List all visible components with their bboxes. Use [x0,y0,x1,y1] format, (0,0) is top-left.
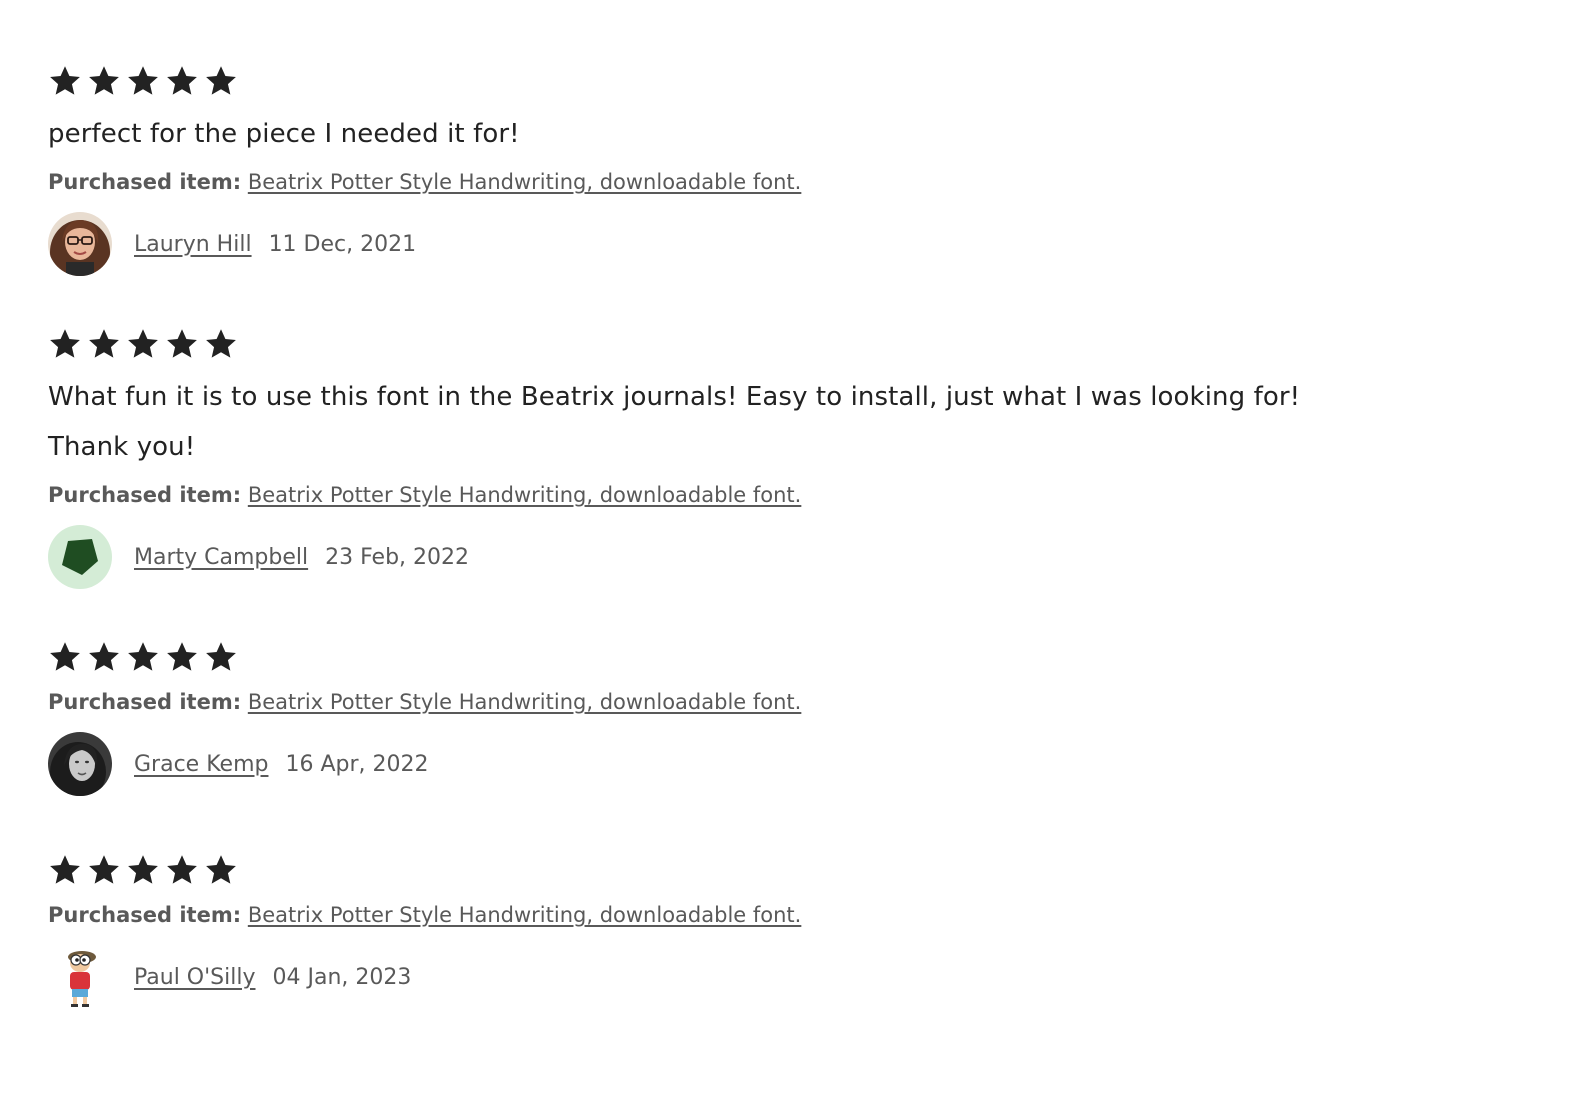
purchased-item: Purchased item: Beatrix Potter Style Han… [48,480,1528,510]
star-icon [48,64,82,98]
review-text: What fun it is to use this font in the B… [48,382,1301,462]
star-icon [87,327,121,361]
star-icon [165,64,199,98]
grayscale-portrait-photo-icon [48,732,112,796]
star-icon [126,64,160,98]
star-icon [204,640,238,674]
avatar[interactable] [48,525,112,589]
star-icon [165,327,199,361]
reviewer-name-link[interactable]: Marty Campbell [134,545,308,570]
star-icon [165,853,199,887]
reviewer-info: Marty Campbell 23 Feb, 2022 [48,524,1528,590]
star-icon [48,640,82,674]
purchased-item: Purchased item: Beatrix Potter Style Han… [48,167,1528,197]
star-icon [126,327,160,361]
reviewer-info: Lauryn Hill 11 Dec, 2021 [48,211,1528,277]
star-rating [48,326,1528,362]
avatar[interactable] [48,212,112,276]
review-date: 04 Jan, 2023 [272,964,412,990]
purchased-item: Purchased item: Beatrix Potter Style Han… [48,687,1528,717]
star-icon [204,64,238,98]
star-icon [126,853,160,887]
star-icon [165,640,199,674]
star-icon [204,327,238,361]
purchased-item-label: Purchased item: [48,690,242,714]
star-icon [204,853,238,887]
review-item: Purchased item: Beatrix Potter Style Han… [48,639,1528,797]
star-icon [48,327,82,361]
reviewer-name-link[interactable]: Paul O'Silly [134,965,256,990]
review-date: 11 Dec, 2021 [268,231,417,257]
purchased-item-link[interactable]: Beatrix Potter Style Handwriting, downlo… [248,170,802,194]
purchased-item-link[interactable]: Beatrix Potter Style Handwriting, downlo… [248,690,802,714]
reviewer-name-link[interactable]: Grace Kemp [134,752,268,777]
green-pentagon-default-avatar-icon [48,525,112,589]
reviewer-info: Paul O'Silly 04 Jan, 2023 [48,944,1528,1010]
star-icon [126,640,160,674]
review-item: What fun it is to use this font in the B… [48,326,1528,590]
review-date: 23 Feb, 2022 [325,544,470,570]
star-icon [87,640,121,674]
reviewer-info: Grace Kemp 16 Apr, 2022 [48,731,1528,797]
purchased-item-label: Purchased item: [48,903,242,927]
avatar[interactable] [48,945,112,1009]
purchased-item: Purchased item: Beatrix Potter Style Han… [48,900,1528,930]
cartoon-character-avatar-icon [48,945,112,1009]
star-icon [87,853,121,887]
review-item: Purchased item: Beatrix Potter Style Han… [48,852,1528,1010]
purchased-item-link[interactable]: Beatrix Potter Style Handwriting, downlo… [248,903,802,927]
reviewer-name-link[interactable]: Lauryn Hill [134,232,252,257]
woman-with-glasses-photo-icon [48,212,112,276]
avatar[interactable] [48,732,112,796]
purchased-item-label: Purchased item: [48,170,242,194]
star-icon [48,853,82,887]
review-item: perfect for the piece I needed it for! P… [48,63,1528,277]
purchased-item-label: Purchased item: [48,483,242,507]
review-text: perfect for the piece I needed it for! [48,119,520,149]
star-icon [87,64,121,98]
star-rating [48,63,1528,99]
purchased-item-link[interactable]: Beatrix Potter Style Handwriting, downlo… [248,483,802,507]
star-rating [48,852,1528,888]
review-date: 16 Apr, 2022 [285,751,429,777]
star-rating [48,639,1528,675]
